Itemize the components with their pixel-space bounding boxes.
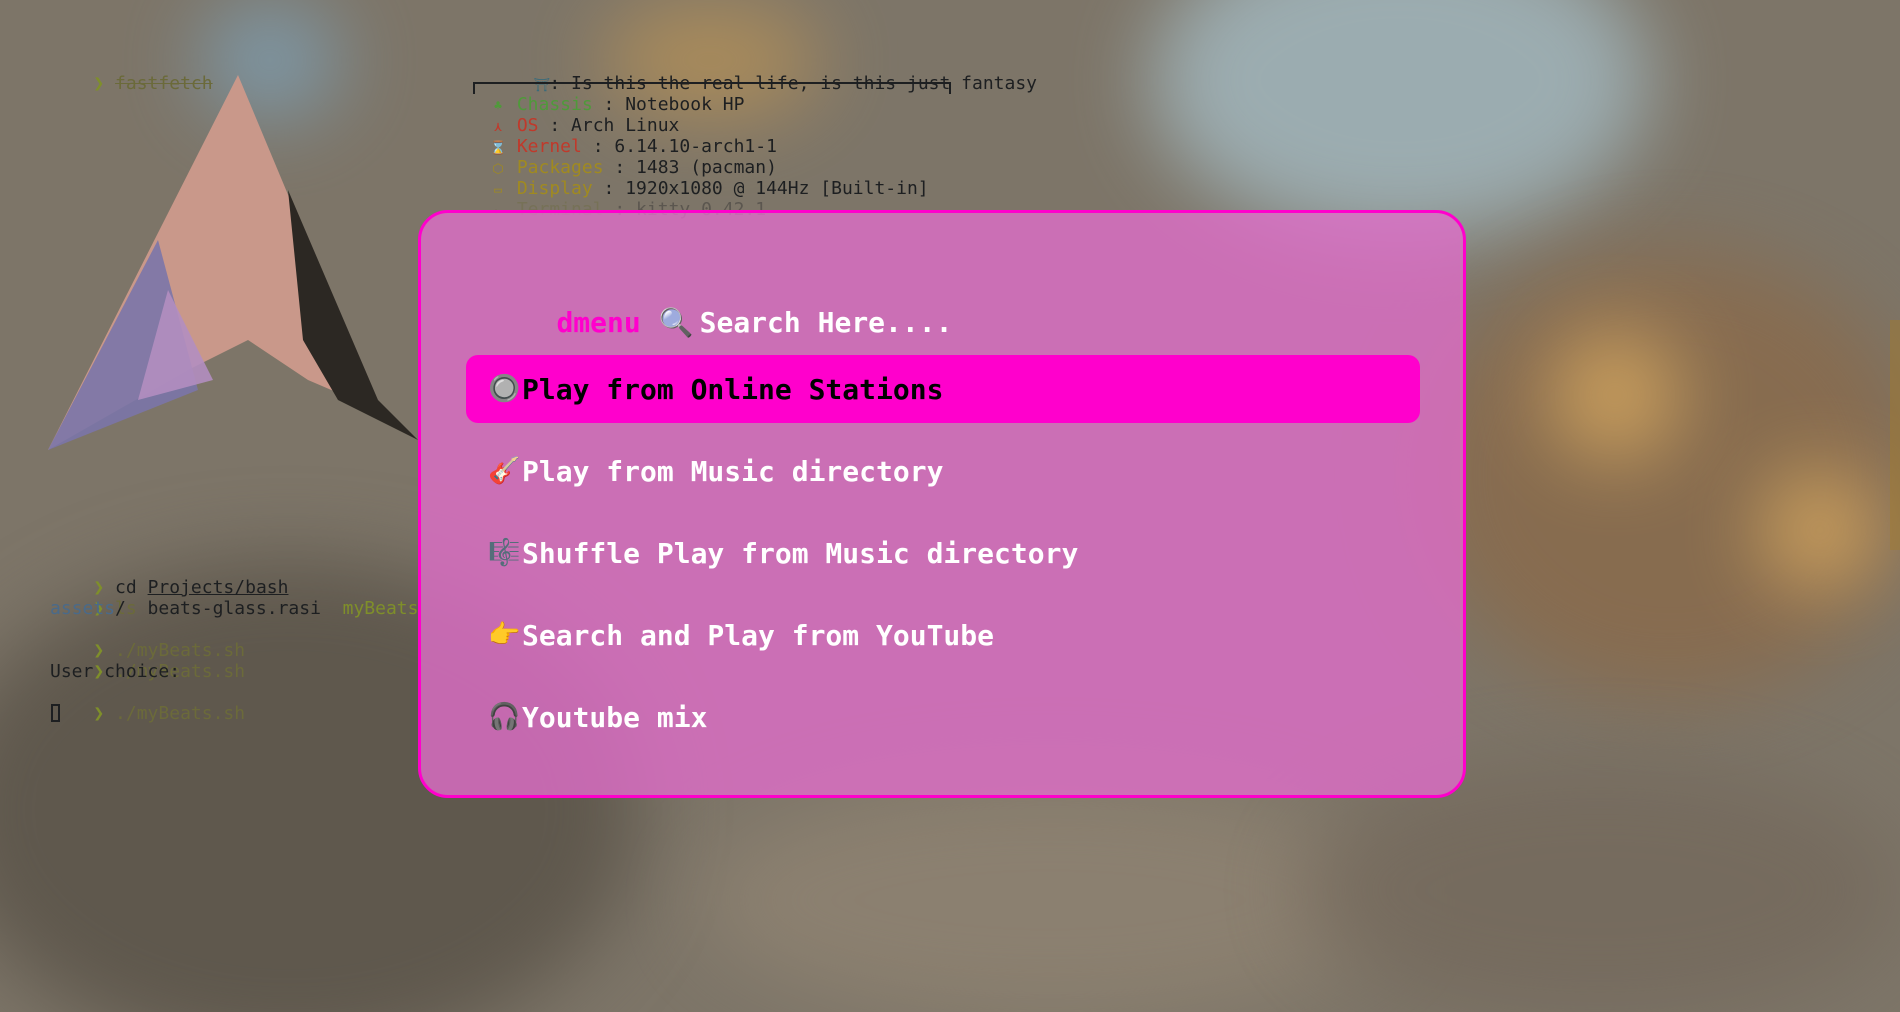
- fastfetch-info-row: ▭ Display : 1920x1080 @ 144Hz [Built-in]: [490, 178, 929, 201]
- entry-label: Search and Play from YouTube: [522, 618, 995, 652]
- entry-emoji-icon: 🔘: [488, 374, 521, 404]
- info-key: Kernel: [506, 136, 582, 157]
- entry-emoji-icon: 🎸: [488, 456, 521, 486]
- menu-prompt: dmenu: [556, 306, 641, 339]
- entry-emoji-icon: 🎧: [488, 702, 521, 732]
- terminal-line-output: User choice:: [50, 661, 181, 682]
- fastfetch-info-row: ♣ Chassis : Notebook HP: [490, 94, 744, 117]
- menu-entry-list: 🔘 Play from Online Stations 🎸 Play from Mus…: [466, 355, 1420, 765]
- menu-entry[interactable]: 🎸 Play from Music directory: [466, 437, 1420, 505]
- arch-logo: [48, 75, 418, 450]
- menu-entry-selected[interactable]: 🔘 Play from Online Stations: [466, 355, 1420, 423]
- packages-icon: ⬡: [492, 162, 504, 177]
- entry-label: Play from Music directory: [522, 454, 944, 488]
- info-value: : 1483 (pacman): [603, 157, 777, 178]
- entry-label: Shuffle Play from Music directory: [522, 536, 1079, 570]
- info-key: Chassis: [506, 94, 593, 115]
- terminal-line-ls-output: assets/ beats-glass.rasi myBeats: [50, 598, 419, 619]
- search-input[interactable]: Search Here....: [700, 306, 953, 339]
- info-key: Packages: [506, 157, 604, 178]
- entry-emoji-icon: 🎼: [488, 538, 521, 568]
- display-icon: ▭: [494, 183, 502, 198]
- terminal-line-run3: ❯ ./myBeats.sh: [93, 703, 246, 724]
- fastfetch-info-row: ⬡ Packages : 1483 (pacman): [490, 157, 777, 180]
- kernel-icon: ⌛: [490, 141, 507, 156]
- info-value: : 6.14.10-arch1-1: [581, 136, 777, 157]
- info-value: : Notebook HP: [592, 94, 745, 115]
- info-value: : 1920x1080 @ 144Hz [Built-in]: [592, 178, 929, 199]
- terminal-cursor: [51, 704, 60, 722]
- entry-label: Play from Online Stations: [522, 372, 944, 406]
- search-icon: 🔍: [658, 306, 694, 339]
- menu-entry[interactable]: 🎼 Shuffle Play from Music directory: [466, 519, 1420, 587]
- fastfetch-box-border: [473, 82, 951, 94]
- fastfetch-info-row: ⌛ Kernel : 6.14.10-arch1-1: [490, 136, 777, 159]
- info-key: OS: [506, 115, 539, 136]
- fastfetch-info-row: ⋏ OS : Arch Linux: [490, 115, 679, 138]
- rofi-menu: dmenu 🔍 Search Here.... 🔘 Play from Online …: [418, 210, 1466, 798]
- menu-entry[interactable]: 👉 Search and Play from YouTube: [466, 601, 1420, 669]
- info-key: Display: [506, 178, 593, 199]
- entry-emoji-icon: 👉: [488, 620, 521, 650]
- chassis-icon: ♣: [494, 99, 502, 114]
- os-icon: ⋏: [494, 120, 502, 135]
- info-value: : Arch Linux: [538, 115, 680, 136]
- menu-entry[interactable]: 🎧 Youtube mix: [466, 683, 1420, 751]
- entry-label: Youtube mix: [522, 700, 708, 734]
